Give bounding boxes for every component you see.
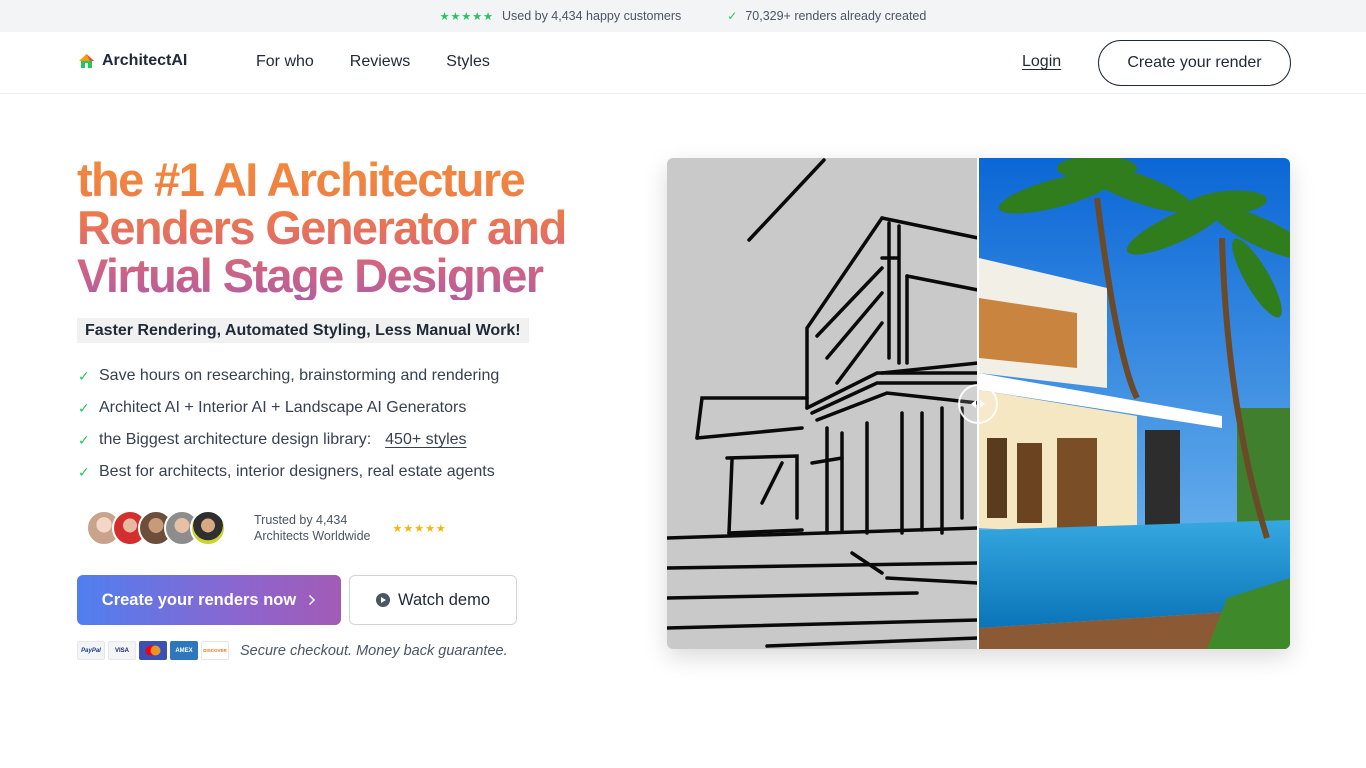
discover-icon: DISCOVER [201, 641, 229, 660]
renders-stat: ✓ 70,329+ renders already created [727, 9, 926, 23]
render-stone-wall [1145, 430, 1180, 540]
customers-text: Used by 4,434 happy customers [501, 9, 682, 23]
sketch-background [667, 158, 978, 649]
create-renders-now-button[interactable]: Create your renders now [77, 575, 341, 625]
trust-text: Trusted by 4,434 Architects Worldwide [254, 512, 370, 544]
button-label: Create your renders now [101, 590, 297, 609]
play-icon [375, 593, 390, 607]
login-link[interactable]: Login [1022, 53, 1061, 71]
render-trees [1237, 408, 1290, 528]
nav-link-styles[interactable]: Styles [446, 53, 490, 71]
announcement-bar: ★★★★★ Used by 4,434 happy customers ✓ 70… [0, 0, 1366, 32]
feature-item: ✓ Best for architects, interior designer… [78, 456, 499, 488]
feature-item: ✓ Save hours on researching, brainstormi… [78, 360, 499, 392]
nav-link-reviews[interactable]: Reviews [350, 53, 410, 71]
check-icon: ✓ [727, 9, 738, 23]
create-render-button[interactable]: Create your render [1098, 40, 1291, 86]
feature-list: ✓ Save hours on researching, brainstormi… [78, 360, 499, 488]
check-icon: ✓ [78, 367, 90, 384]
feature-text: Save hours on researching, brainstorming… [99, 367, 500, 384]
amex-icon: AMEX [170, 641, 198, 660]
brand-logo[interactable]: ArchitectAI [78, 52, 187, 70]
mastercard-icon [139, 641, 167, 660]
customers-stat: ★★★★★ Used by 4,434 happy customers [440, 9, 682, 23]
trust-line: Architects Worldwide [254, 529, 371, 543]
payment-methods: PayPal VISA AMEX DISCOVER Secure checkou… [77, 641, 508, 660]
check-icon: ✓ [78, 431, 90, 448]
rating-stars-icon: ★★★★★ [439, 10, 494, 23]
trust-row: Trusted by 4,434 Architects Worldwide ★★… [86, 510, 447, 546]
visa-icon: VISA [108, 641, 136, 660]
nav-link-for-who[interactable]: For who [256, 53, 314, 71]
renders-text: 70,329+ renders already created [745, 9, 927, 23]
hero-subtag: Faster Rendering, Automated Styling, Les… [77, 318, 529, 343]
paypal-icon: PayPal [77, 641, 105, 660]
chevron-right-icon [309, 594, 316, 606]
trust-line: Trusted by 4,434 [254, 513, 348, 527]
feature-text: the Biggest architecture design library: [99, 431, 372, 448]
headline-line: the #1 AI Architecture [77, 153, 525, 206]
render-window [987, 438, 1007, 518]
house-logo-icon [79, 53, 94, 68]
arrow-left-icon [971, 400, 976, 408]
feature-text: Architect AI + Interior AI + Landscape A… [99, 399, 467, 416]
avatar-group [86, 510, 226, 546]
feature-item: ✓ Architect AI + Interior AI + Landscape… [78, 392, 499, 424]
check-icon: ✓ [78, 463, 90, 480]
brand-name: ArchitectAI [102, 52, 188, 69]
mastercard-circles-icon [145, 645, 161, 656]
button-label: Watch demo [397, 590, 490, 609]
nav-links: For who Reviews Styles [256, 53, 490, 71]
watch-demo-button[interactable]: Watch demo [349, 575, 517, 625]
avatar [190, 510, 226, 546]
comparison-slider-handle[interactable] [958, 384, 998, 424]
render-window [1017, 443, 1042, 523]
headline-line: Virtual Stage Designer [77, 249, 543, 302]
rating-stars-icon: ★★★★★ [392, 522, 447, 535]
secure-checkout-text: Secure checkout. Money back guarantee. [240, 642, 508, 659]
navbar: ArchitectAI For who Reviews Styles Login… [0, 32, 1366, 94]
feature-item: ✓ the Biggest architecture design librar… [78, 424, 499, 456]
headline-line: Renders Generator and [77, 201, 566, 254]
render-door [1057, 438, 1097, 528]
hero-headline: the #1 AI Architecture Renders Generator… [77, 156, 617, 300]
arrow-right-icon [980, 400, 985, 408]
styles-link[interactable]: 450+ styles [385, 431, 466, 449]
feature-text: Best for architects, interior designers,… [99, 463, 495, 480]
check-icon: ✓ [78, 399, 90, 416]
